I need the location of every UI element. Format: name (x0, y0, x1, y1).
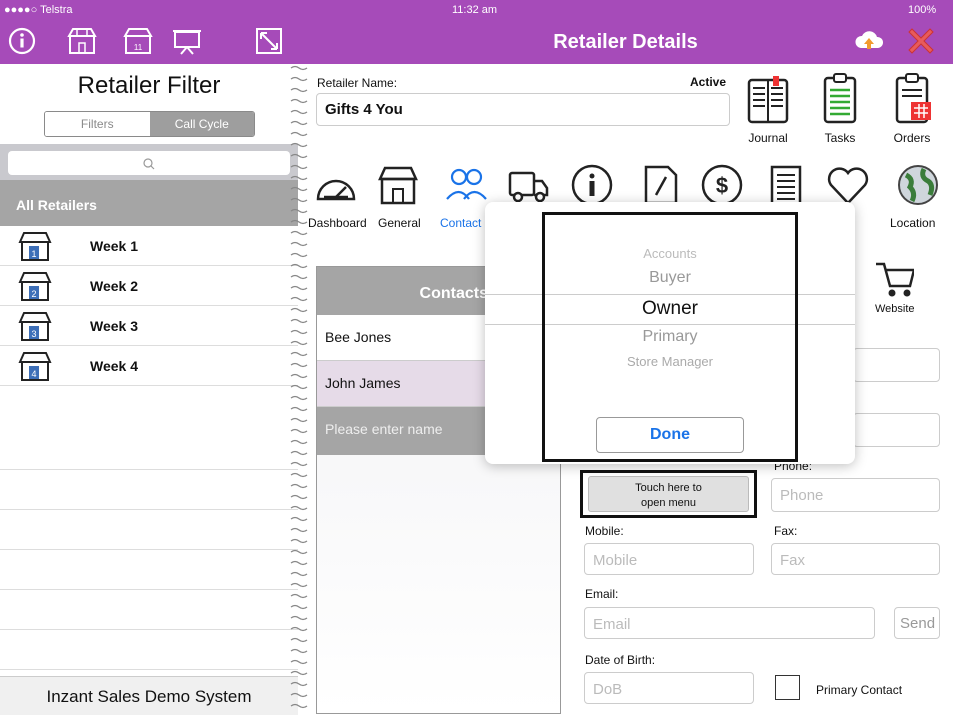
fax-label: Fax: (774, 524, 798, 538)
dob-label: Date of Birth: (585, 653, 656, 667)
svg-text:2: 2 (31, 289, 36, 299)
status-badge: Active (690, 75, 727, 89)
all-retailers-header[interactable]: All Retailers (0, 180, 298, 226)
notepad-icon[interactable] (764, 163, 808, 207)
orders-button[interactable]: Orders (884, 72, 940, 145)
filter-segmented-control: Filters Call Cycle (44, 111, 255, 137)
sidebar-item-week[interactable]: 4 Week 4 (0, 346, 298, 386)
contact-type-menu-button[interactable]: Touch here to open menu (588, 476, 749, 512)
week-label: Week 4 (90, 358, 138, 374)
expand-icon[interactable] (253, 25, 285, 57)
sidebar-item-week[interactable]: 3 Week 3 (0, 306, 298, 346)
svg-text:1: 1 (31, 249, 36, 259)
dashboard-icon[interactable] (314, 163, 358, 207)
field-right-1[interactable] (853, 348, 940, 382)
store-icon: 4 (18, 352, 52, 381)
tab-contact[interactable]: Contact (440, 216, 481, 230)
segment-filters[interactable]: Filters (45, 112, 150, 136)
journal-label: Journal (748, 131, 788, 145)
retailer-name-label: Retailer Name: (317, 76, 398, 90)
store-icon: 2 (18, 272, 52, 301)
presentation-icon[interactable] (171, 25, 203, 57)
list-item (0, 590, 298, 630)
filter-title: Retailer Filter (77, 72, 221, 99)
contact-type-button-label: Touch here to open menu (635, 482, 702, 509)
cart-icon[interactable] (874, 258, 914, 298)
spiral-binding (290, 65, 308, 709)
info-tab-icon[interactable] (570, 163, 614, 207)
svg-text:3: 3 (31, 329, 36, 339)
close-icon[interactable] (905, 25, 937, 57)
location-globe-icon[interactable] (896, 163, 940, 207)
left-toolbar: 11 (0, 20, 298, 64)
delivery-truck-icon[interactable] (506, 163, 550, 207)
list-item (0, 550, 298, 590)
list-item (0, 430, 298, 470)
list-item (0, 510, 298, 550)
email-label: Email: (585, 587, 619, 601)
journal-button[interactable]: Journal (740, 72, 796, 145)
journal-icon (747, 76, 789, 124)
sidebar-item-week[interactable]: 1 Week 1 (0, 226, 298, 266)
picker-highlight-box (542, 212, 798, 462)
documents-icon[interactable] (638, 163, 682, 207)
send-button[interactable]: Send (894, 607, 940, 639)
tasks-icon (823, 73, 857, 124)
primary-contact-checkbox[interactable] (775, 675, 800, 700)
store-icon[interactable] (66, 25, 98, 57)
tab-dashboard[interactable]: Dashboard (308, 216, 367, 230)
tab-location[interactable]: Location (890, 216, 935, 230)
sidebar-item-week[interactable]: 2 Week 2 (0, 266, 298, 306)
svg-text:11: 11 (134, 43, 143, 52)
mobile-label: Mobile: (585, 524, 624, 538)
fax-field[interactable]: Fax (771, 543, 940, 575)
mobile-field[interactable]: Mobile (584, 543, 754, 575)
list-item (0, 470, 298, 510)
orders-label: Orders (893, 131, 931, 145)
contact-people-icon[interactable] (444, 163, 488, 207)
carrier-label: ●●●●○ Telstra (4, 4, 73, 16)
week-label: Week 2 (90, 278, 138, 294)
info-icon[interactable] (6, 25, 38, 57)
store-icon: 1 (18, 232, 52, 261)
status-bar: ●●●●○ Telstra 11:32 am 100% (0, 0, 953, 20)
cloud-upload-icon[interactable] (853, 25, 885, 57)
email-field[interactable]: Email (584, 607, 875, 639)
tasks-button[interactable]: Tasks (812, 72, 868, 145)
app-footer: Inzant Sales Demo System (0, 676, 298, 715)
battery-label: 100% (908, 4, 937, 16)
orders-icon (895, 73, 931, 124)
tasks-label: Tasks (824, 131, 856, 145)
search-icon (143, 157, 155, 169)
contact-type-menu-highlight: Touch here to open menu (580, 470, 757, 518)
top-nav-bar: Retailer Details (298, 20, 953, 64)
clock: 11:32 am (452, 4, 498, 16)
week-label: Week 1 (90, 238, 138, 254)
svg-text:$: $ (716, 173, 728, 198)
store-icon: 3 (18, 312, 52, 341)
dollar-icon[interactable]: $ (700, 163, 744, 207)
loyalty-heart-icon[interactable] (826, 163, 870, 207)
svg-text:4: 4 (31, 369, 36, 379)
retailer-name-field[interactable]: Gifts 4 You (316, 93, 730, 126)
search-input[interactable] (8, 151, 290, 175)
tab-general[interactable]: General (378, 216, 421, 230)
primary-contact-label: Primary Contact (816, 683, 903, 697)
store-calendar-icon[interactable]: 11 (122, 25, 154, 57)
list-item (0, 630, 298, 670)
dob-field[interactable]: DoB (584, 672, 754, 704)
phone-field[interactable]: Phone (771, 478, 940, 512)
field-right-2[interactable] (853, 413, 940, 447)
week-label: Week 3 (90, 318, 138, 334)
retailer-filter-panel: Retailer Filter Filters Call Cycle All R… (0, 64, 298, 715)
segment-call-cycle[interactable]: Call Cycle (149, 112, 254, 136)
search-bar (0, 144, 298, 180)
website-label[interactable]: Website (875, 303, 915, 315)
general-store-icon[interactable] (376, 163, 420, 207)
